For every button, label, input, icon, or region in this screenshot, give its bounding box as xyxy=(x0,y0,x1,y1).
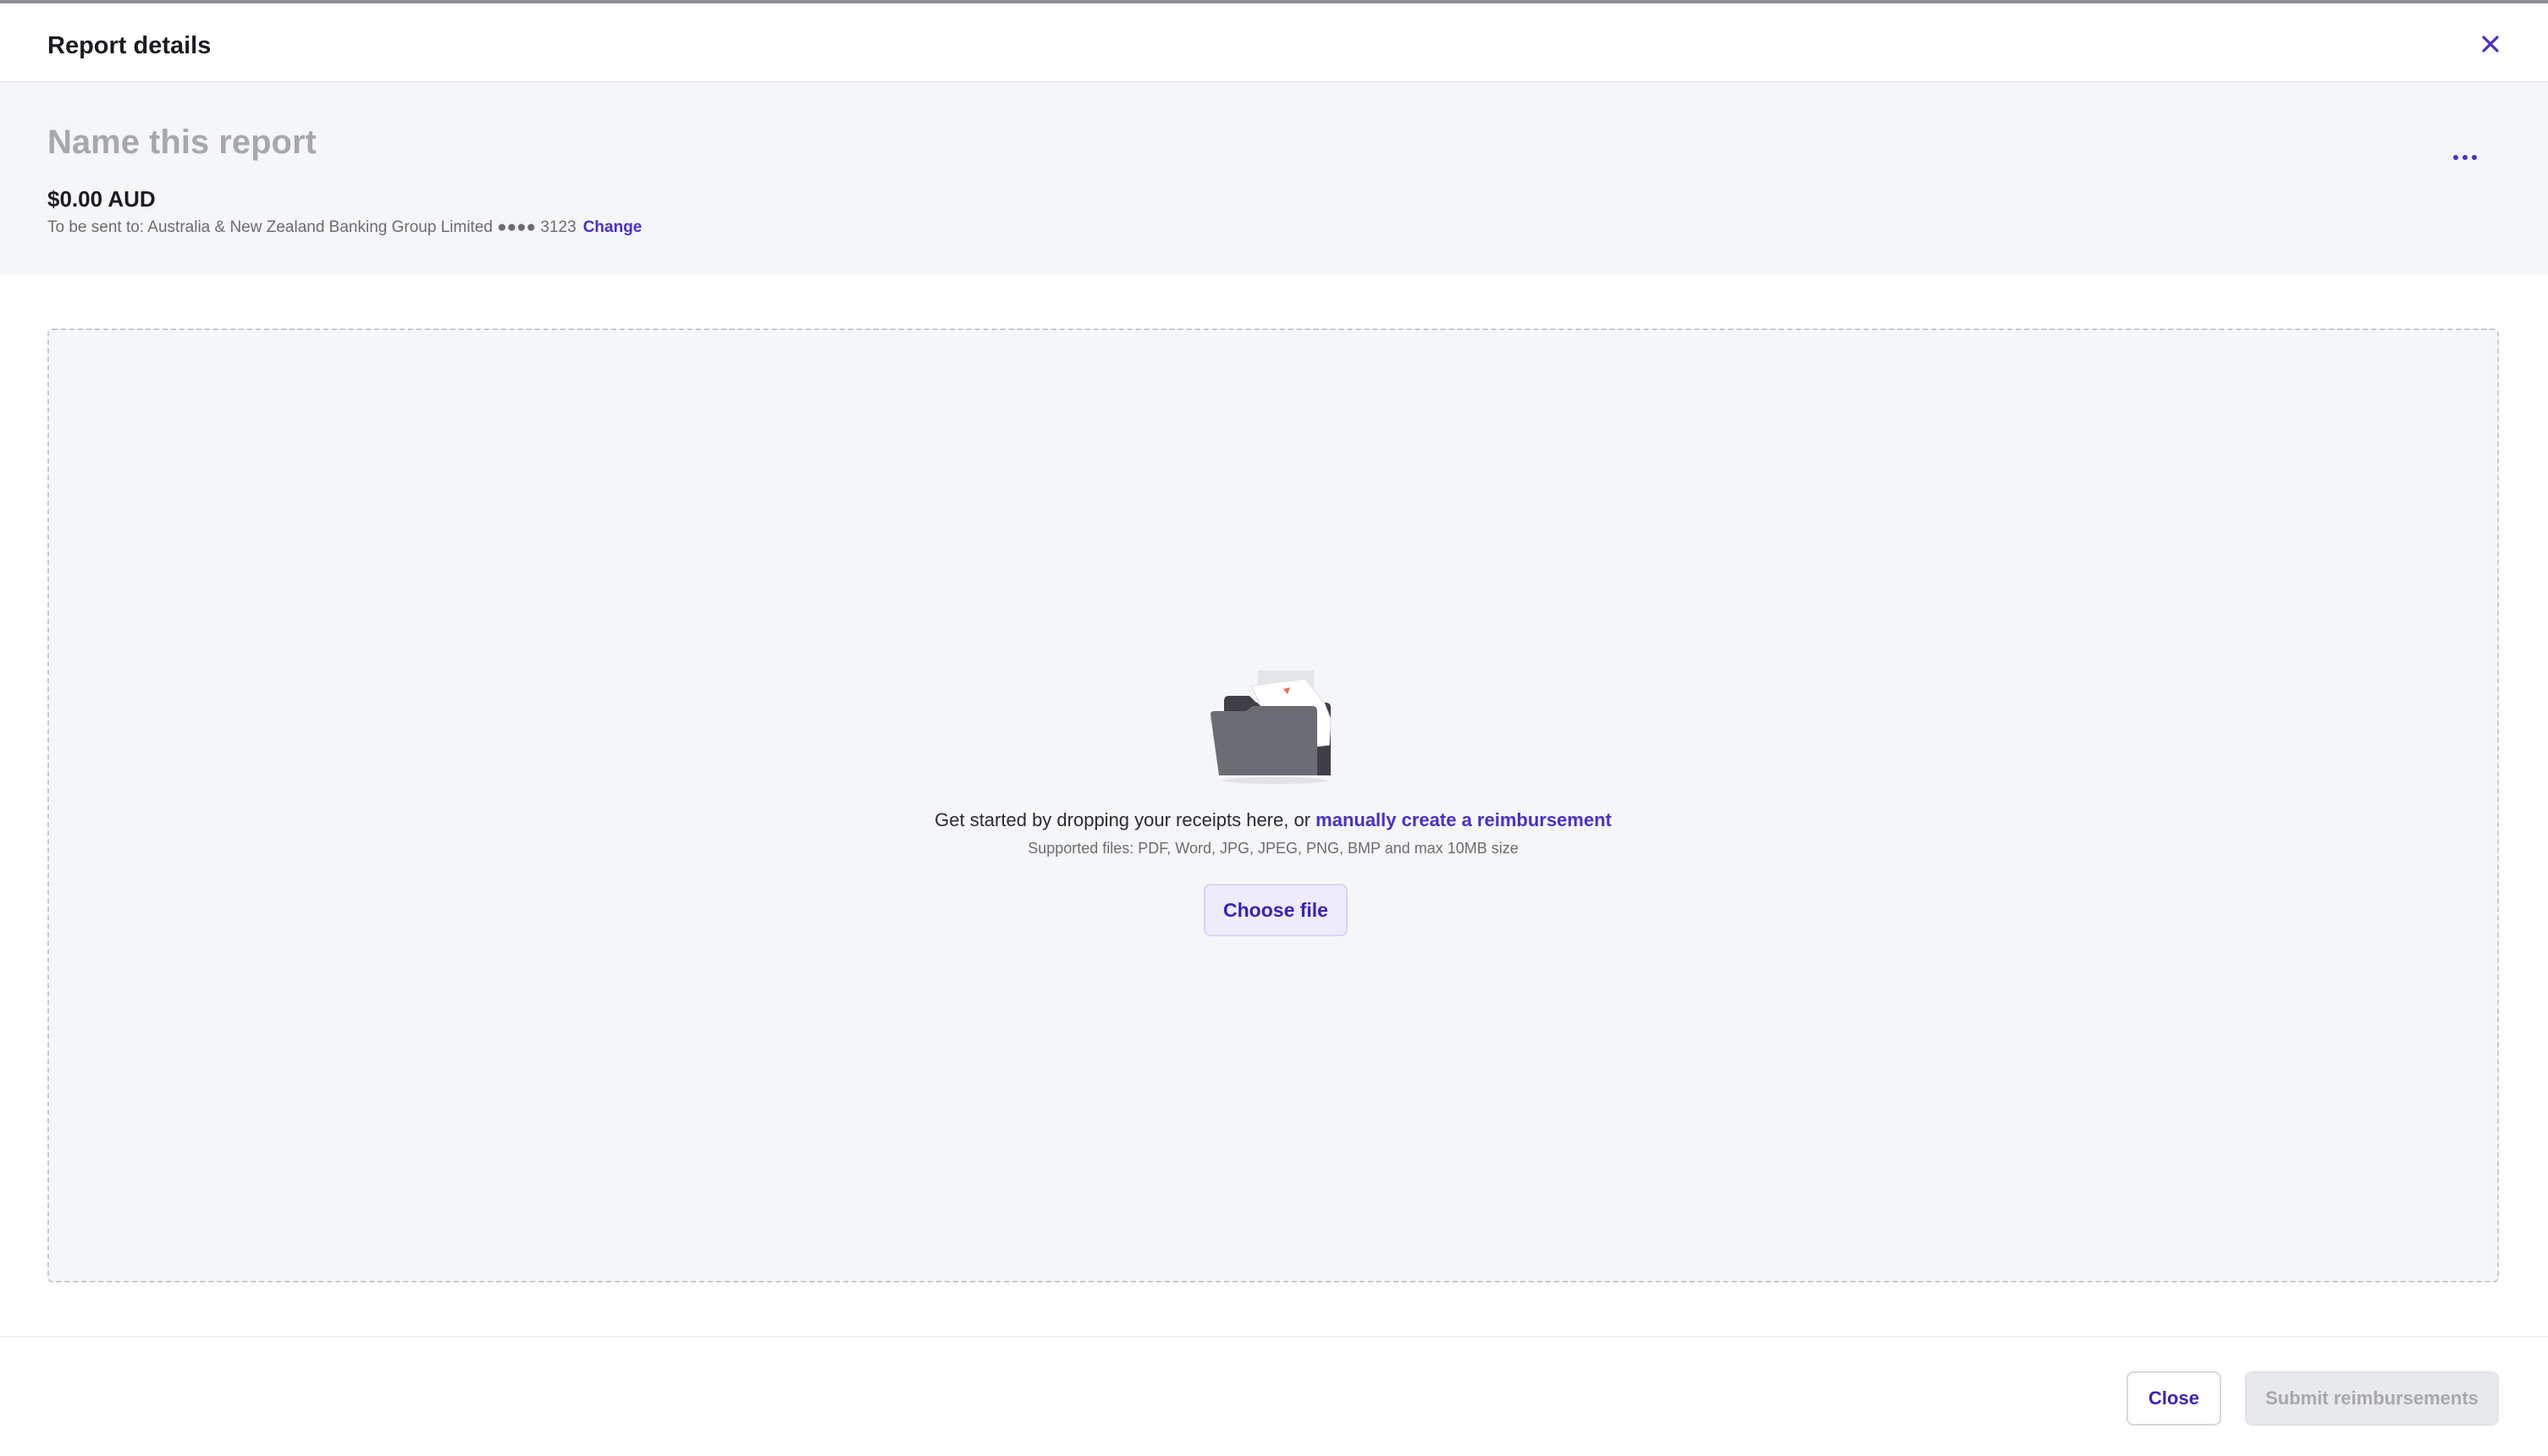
supported-files-note: Supported files: PDF, Word, JPG, JPEG, P… xyxy=(1028,840,1519,857)
receipt-dropzone[interactable]: Get started by dropping your receipts he… xyxy=(47,328,2499,1282)
dropzone-instructions: Get started by dropping your receipts he… xyxy=(49,809,2497,831)
dialog-title: Report details xyxy=(47,32,212,59)
report-name-input[interactable] xyxy=(47,124,1063,162)
change-account-link[interactable]: Change xyxy=(583,218,643,236)
choose-file-button[interactable]: Choose file xyxy=(1204,884,1348,936)
destination-account-text: To be sent to: Australia & New Zealand B… xyxy=(47,218,576,236)
manual-create-link[interactable]: manually create a reimbursement xyxy=(1315,809,1612,830)
more-horizontal-icon[interactable] xyxy=(2453,147,2477,168)
more-dot xyxy=(2463,155,2468,160)
dialog-footer: Close Submit reimbursements xyxy=(0,1336,2548,1456)
folder-icon xyxy=(1211,670,1332,784)
more-dot xyxy=(2453,155,2458,160)
dropzone-instructions-text: Get started by dropping your receipts he… xyxy=(935,809,1316,830)
report-amount: $0.00 AUD xyxy=(47,186,156,212)
more-dot xyxy=(2472,155,2477,160)
dialog-header: Report details xyxy=(0,3,2548,83)
close-icon[interactable] xyxy=(2475,29,2506,59)
submit-reimbursements-button[interactable]: Submit reimbursements xyxy=(2245,1371,2499,1426)
destination-account: To be sent to: Australia & New Zealand B… xyxy=(47,218,642,237)
report-summary: $0.00 AUD To be sent to: Australia & New… xyxy=(0,83,2548,274)
close-button[interactable]: Close xyxy=(2126,1371,2221,1426)
